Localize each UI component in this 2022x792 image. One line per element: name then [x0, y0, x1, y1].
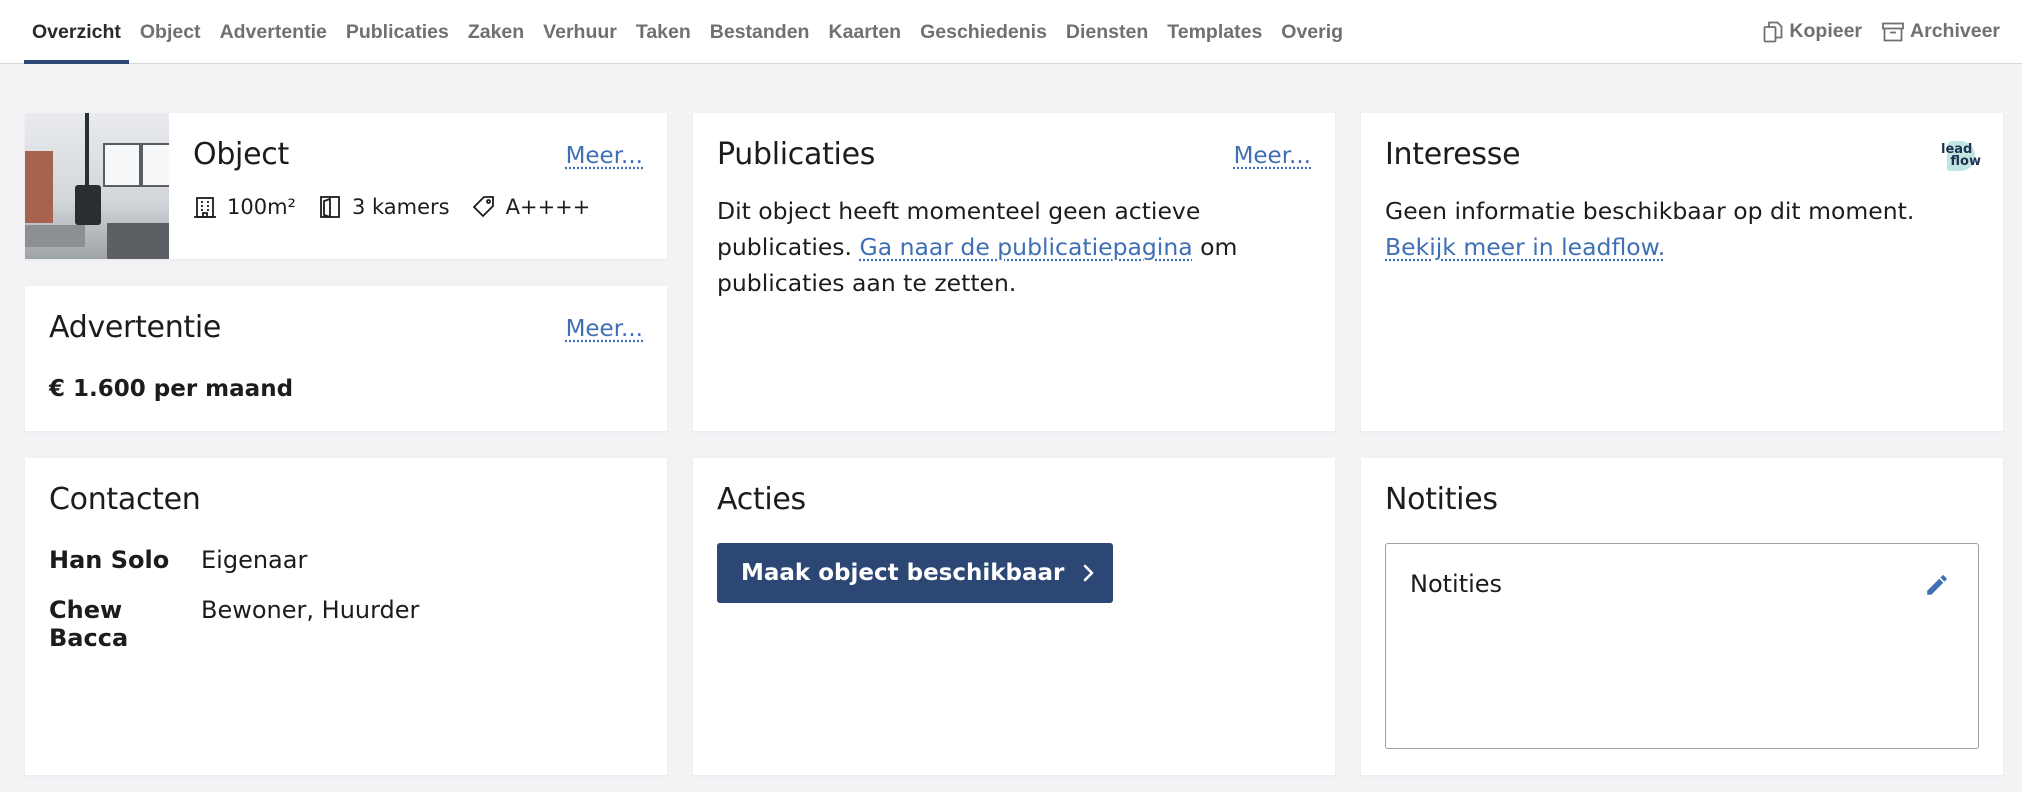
tab-diensten[interactable]: Diensten [1058, 0, 1156, 63]
publications-text: Dit object heeft momenteel geen actieve … [717, 193, 1317, 301]
tab-verhuur[interactable]: Verhuur [535, 0, 625, 63]
tab-templates[interactable]: Templates [1159, 0, 1270, 63]
contact-role: Bewoner, Huurder [201, 596, 420, 624]
archive-icon [1882, 22, 1904, 42]
make-available-button[interactable]: Maak object beschikbaar [717, 543, 1113, 603]
interest-empty-message: Geen informatie beschikbaar op dit momen… [1385, 197, 1915, 225]
advert-price: € 1.600 per maand [49, 376, 294, 402]
notes-title: Notities [1385, 482, 1498, 517]
contacts-card: Contacten Han Solo Eigenaar Chew Bacca B… [25, 458, 667, 775]
tab-publicaties[interactable]: Publicaties [338, 0, 457, 63]
tab-geschiedenis[interactable]: Geschiedenis [912, 0, 1055, 63]
archive-label: Archiveer [1910, 20, 2000, 42]
tab-bestanden[interactable]: Bestanden [702, 0, 818, 63]
tab-taken[interactable]: Taken [628, 0, 699, 63]
contacts-title: Contacten [49, 482, 201, 517]
tab-list: Overzicht Object Advertentie Publicaties… [24, 0, 1354, 64]
contact-name: Chew Bacca [49, 596, 129, 652]
notes-card: Notities Notities [1361, 458, 2003, 775]
door-icon [320, 196, 340, 218]
advert-title: Advertentie [49, 310, 222, 345]
tab-overzicht[interactable]: Overzicht [24, 0, 129, 64]
energy-label-value: A++++ [505, 195, 591, 219]
copy-button[interactable]: Kopieer [1763, 20, 1862, 43]
rooms-value: 3 kamers [351, 195, 450, 219]
leadflow-link[interactable]: Bekijk meer in leadflow. [1385, 233, 1665, 261]
tab-zaken[interactable]: Zaken [460, 0, 532, 63]
object-title: Object [193, 137, 289, 172]
contact-name: Han Solo [49, 546, 170, 574]
contact-row[interactable]: Chew Bacca Bewoner, Huurder [49, 596, 419, 652]
copy-label: Kopieer [1789, 20, 1863, 42]
interest-title: Interesse [1385, 137, 1521, 172]
tag-icon [472, 196, 494, 218]
object-card: Object Meer... 100m² 3 kamers A++++ [25, 113, 667, 259]
make-available-label: Maak object beschikbaar [741, 560, 1065, 586]
area-item: 100m² [193, 195, 296, 219]
actions-title: Acties [717, 482, 806, 517]
publications-title: Publicaties [717, 137, 876, 172]
copy-icon [1763, 21, 1783, 43]
object-meta: 100m² 3 kamers A++++ [193, 195, 612, 219]
advert-more-link[interactable]: Meer... [566, 316, 643, 342]
advert-card: Advertentie Meer... € 1.600 per maand [25, 286, 667, 431]
contact-row[interactable]: Han Solo Eigenaar [49, 546, 307, 574]
object-photo [25, 113, 169, 259]
tab-overig[interactable]: Overig [1273, 0, 1351, 63]
leadflow-logo-line2: flow [1950, 154, 1981, 169]
interest-card: Interesse lead flow Geen informatie besc… [1361, 113, 2003, 431]
archive-button[interactable]: Archiveer [1882, 20, 2000, 43]
actions-card: Acties Maak object beschikbaar [693, 458, 1335, 775]
tab-kaarten[interactable]: Kaarten [820, 0, 909, 63]
energy-item: A++++ [472, 195, 591, 219]
leadflow-logo: lead flow [1941, 141, 1981, 175]
publications-card: Publicaties Meer... Dit object heeft mom… [693, 113, 1335, 431]
notes-field-text: Notities [1410, 570, 1503, 598]
chevron-right-icon [1082, 563, 1096, 583]
building-icon [194, 197, 216, 218]
tab-advertentie[interactable]: Advertentie [212, 0, 335, 63]
interest-text: Geen informatie beschikbaar op dit momen… [1385, 193, 1985, 265]
publications-page-link[interactable]: Ga naar de publicatiepagina [860, 233, 1193, 261]
pencil-icon[interactable] [1924, 572, 1950, 603]
top-actions: Kopieer Archiveer [1743, 0, 2000, 63]
contact-role: Eigenaar [201, 546, 308, 574]
tab-object[interactable]: Object [132, 0, 209, 63]
publications-more-link[interactable]: Meer... [1234, 143, 1311, 169]
top-tab-bar: Overzicht Object Advertentie Publicaties… [0, 0, 2022, 64]
rooms-item: 3 kamers [318, 195, 450, 219]
object-more-link[interactable]: Meer... [566, 143, 643, 169]
notes-field[interactable]: Notities [1385, 543, 1979, 749]
area-value: 100m² [227, 195, 296, 219]
